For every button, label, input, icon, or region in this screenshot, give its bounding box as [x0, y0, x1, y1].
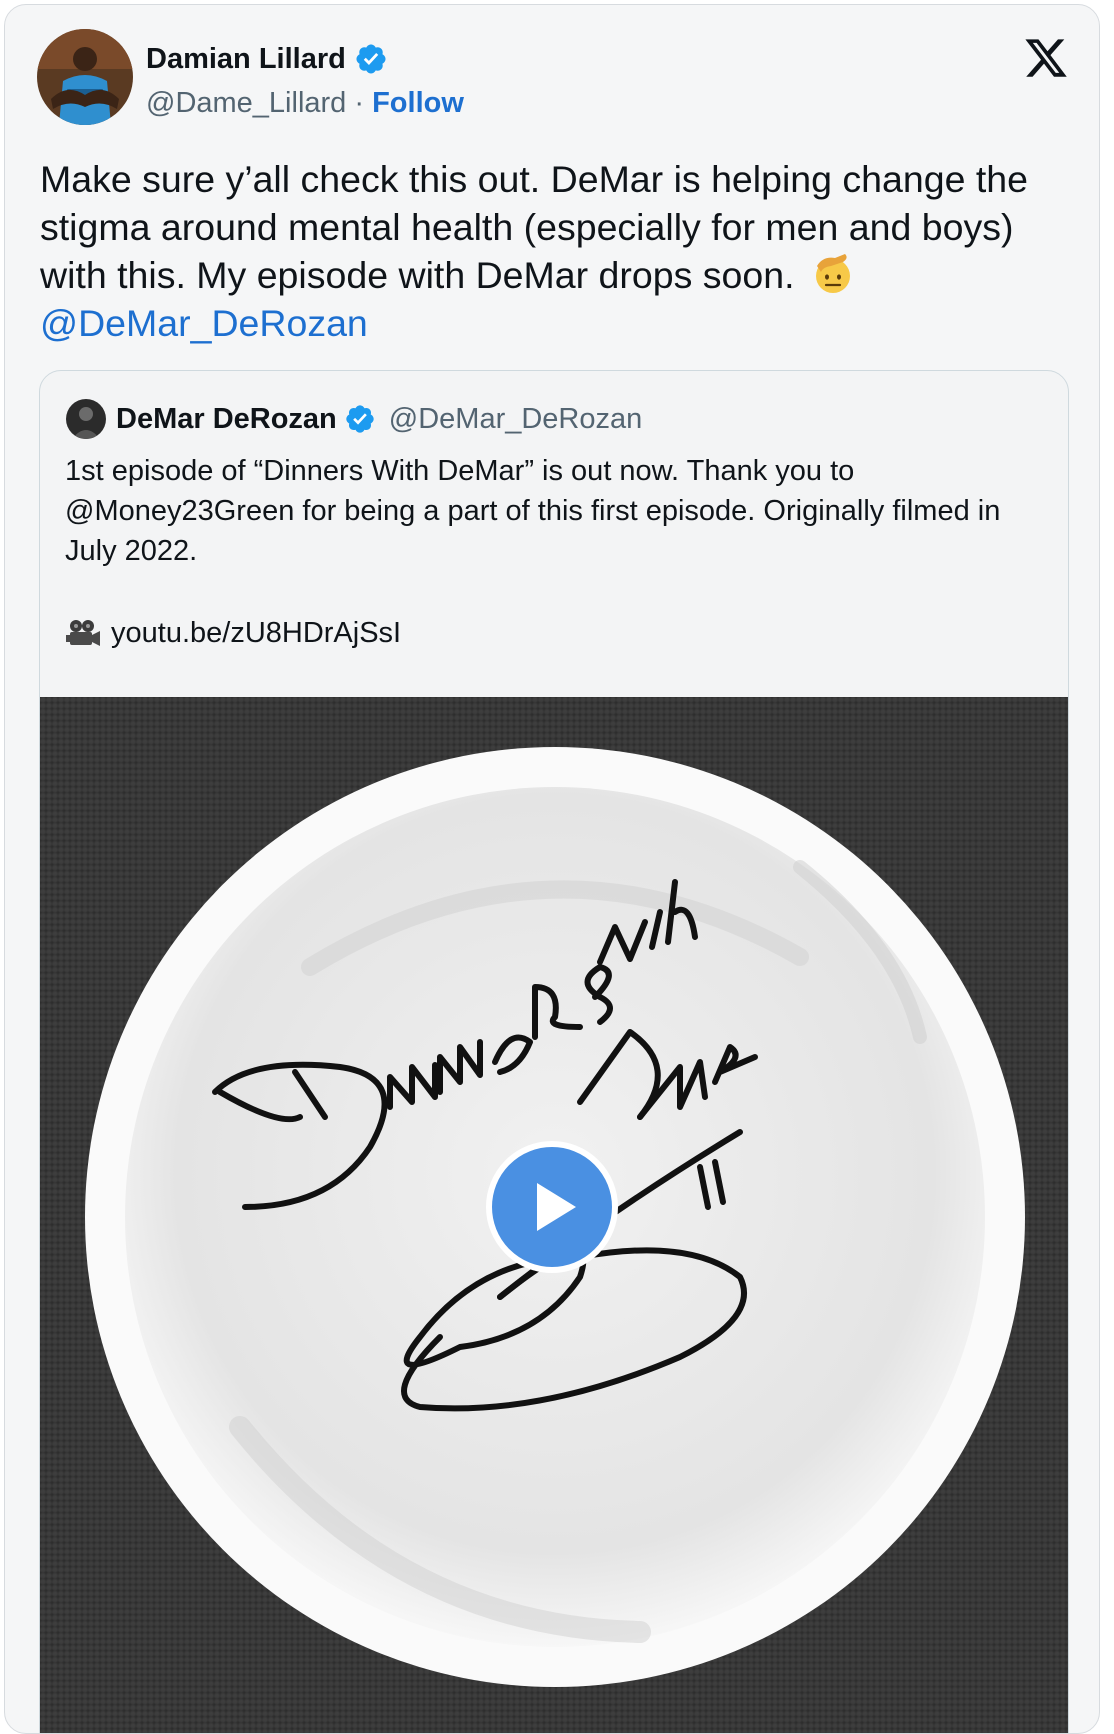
author-name-row: Damian Lillard [146, 41, 388, 77]
video-thumbnail[interactable] [40, 697, 1068, 1733]
author-handle-row: @Dame_Lillard · Follow [146, 85, 464, 121]
play-icon [537, 1183, 576, 1231]
author-handle[interactable]: @Dame_Lillard [146, 87, 346, 119]
follow-button[interactable]: Follow [372, 87, 464, 119]
author-display-name[interactable]: Damian Lillard [146, 41, 346, 77]
author-avatar[interactable] [37, 29, 133, 125]
avatar-image [37, 29, 133, 125]
quoted-avatar-image [66, 399, 106, 439]
quoted-tweet-link-row: youtu.be/zU8HDrAjSsI [65, 613, 401, 653]
tweet-mention-link[interactable]: @DeMar_DeRozan [40, 302, 368, 344]
quoted-tweet-text: 1st episode of “Dinners With DeMar” is o… [65, 455, 1001, 567]
tweet-text: Make sure y’all check this out. DeMar is… [40, 155, 1080, 347]
quoted-tweet[interactable]: DeMar DeRozan @DeMar_DeRozan 1st episode… [39, 370, 1069, 1733]
movie-camera-icon [66, 620, 100, 646]
play-button[interactable] [486, 1141, 618, 1273]
quoted-tweet-link[interactable]: youtu.be/zU8HDrAjSsI [111, 613, 401, 653]
quoted-author-row: DeMar DeRozan @DeMar_DeRozan [116, 401, 642, 437]
saluting-face-icon [815, 254, 850, 293]
embedded-tweet-card[interactable]: Damian Lillard @Dame_Lillard · Follow Ma… [4, 4, 1100, 1734]
verified-badge-icon [346, 405, 374, 433]
handle-separator: · [346, 87, 373, 119]
quoted-author-avatar[interactable] [66, 399, 106, 439]
verified-badge-icon [356, 44, 386, 74]
x-logo-icon[interactable] [1023, 35, 1069, 81]
quoted-author-handle[interactable]: @DeMar_DeRozan [389, 401, 642, 437]
quoted-author-name[interactable]: DeMar DeRozan [116, 401, 337, 437]
tweet-body: Make sure y’all check this out. DeMar is… [40, 158, 1029, 296]
